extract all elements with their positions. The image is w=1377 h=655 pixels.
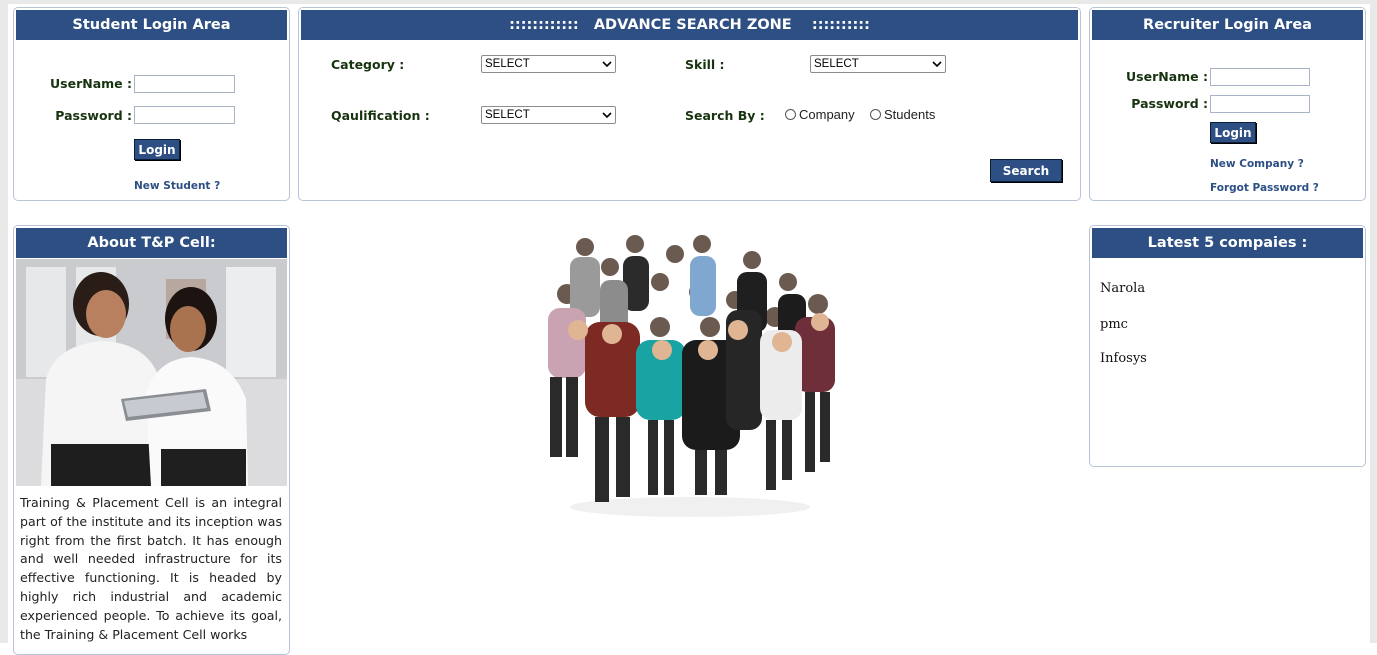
recruiter-login-panel: Recruiter Login Area UserName : Password… xyxy=(1089,7,1366,201)
company-item[interactable]: Narola xyxy=(1100,281,1145,296)
radio-button[interactable] xyxy=(785,109,796,120)
latest-companies-title: Latest 5 compaies : xyxy=(1092,228,1363,258)
recruiter-username-input[interactable] xyxy=(1210,68,1310,86)
radio-company-label: Company xyxy=(799,107,855,122)
recruiter-login-title: Recruiter Login Area xyxy=(1092,10,1363,40)
skill-label: Skill : xyxy=(685,57,725,72)
radio-company[interactable]: Company xyxy=(785,107,855,122)
search-by-label: Search By : xyxy=(685,108,765,123)
new-student-link[interactable]: New Student ? xyxy=(134,180,220,192)
advance-search-panel: :::::::::::: ADVANCE SEARCH ZONE :::::::… xyxy=(298,7,1081,201)
skill-select-value: SELECT xyxy=(814,58,859,70)
recruiter-password-label: Password : xyxy=(1131,96,1208,111)
about-panel: About T&P Cell: Training & Placement Cel… xyxy=(13,225,290,655)
student-login-button[interactable]: Login xyxy=(134,139,180,160)
page-frame-top xyxy=(0,0,1377,4)
category-select-value: SELECT xyxy=(485,58,530,70)
category-select[interactable]: SELECT xyxy=(481,55,616,73)
recruiter-password-input[interactable] xyxy=(1210,95,1310,113)
about-text: Training & Placement Cell is an integral… xyxy=(20,495,282,642)
student-username-input[interactable] xyxy=(134,75,235,93)
skill-select[interactable]: SELECT xyxy=(810,55,946,73)
qualification-label: Qaulification : xyxy=(331,108,430,123)
page-frame-right xyxy=(1370,0,1377,643)
about-title: About T&P Cell: xyxy=(16,228,287,258)
student-login-panel: Student Login Area UserName : Password :… xyxy=(13,7,290,201)
chevron-down-icon xyxy=(932,61,942,68)
student-login-title: Student Login Area xyxy=(16,10,287,40)
student-password-label: Password : xyxy=(55,108,132,123)
search-button[interactable]: Search xyxy=(990,159,1062,182)
qualification-select-value: SELECT xyxy=(485,109,530,121)
radio-button[interactable] xyxy=(870,109,881,120)
student-username-label: UserName : xyxy=(50,76,132,91)
forgot-password-link[interactable]: Forgot Password ? xyxy=(1210,182,1319,194)
chevron-down-icon xyxy=(602,61,612,68)
radio-students[interactable]: Students xyxy=(870,107,935,122)
radio-students-label: Students xyxy=(884,107,936,122)
recruiter-login-button[interactable]: Login xyxy=(1210,122,1256,143)
company-item[interactable]: pmc xyxy=(1100,317,1128,332)
company-item[interactable]: Infosys xyxy=(1100,351,1147,366)
advance-search-title: :::::::::::: ADVANCE SEARCH ZONE :::::::… xyxy=(301,10,1078,40)
page-frame-left xyxy=(0,0,8,643)
new-company-link[interactable]: New Company ? xyxy=(1210,158,1304,170)
group-photo xyxy=(548,235,835,517)
student-password-input[interactable] xyxy=(134,106,235,124)
chevron-down-icon xyxy=(602,112,612,119)
qualification-select[interactable]: SELECT xyxy=(481,106,616,124)
category-label: Category : xyxy=(331,57,405,72)
latest-companies-panel: Latest 5 compaies : Narola pmc Infosys xyxy=(1089,225,1366,467)
recruiter-username-label: UserName : xyxy=(1126,69,1208,84)
about-photo xyxy=(16,259,287,486)
